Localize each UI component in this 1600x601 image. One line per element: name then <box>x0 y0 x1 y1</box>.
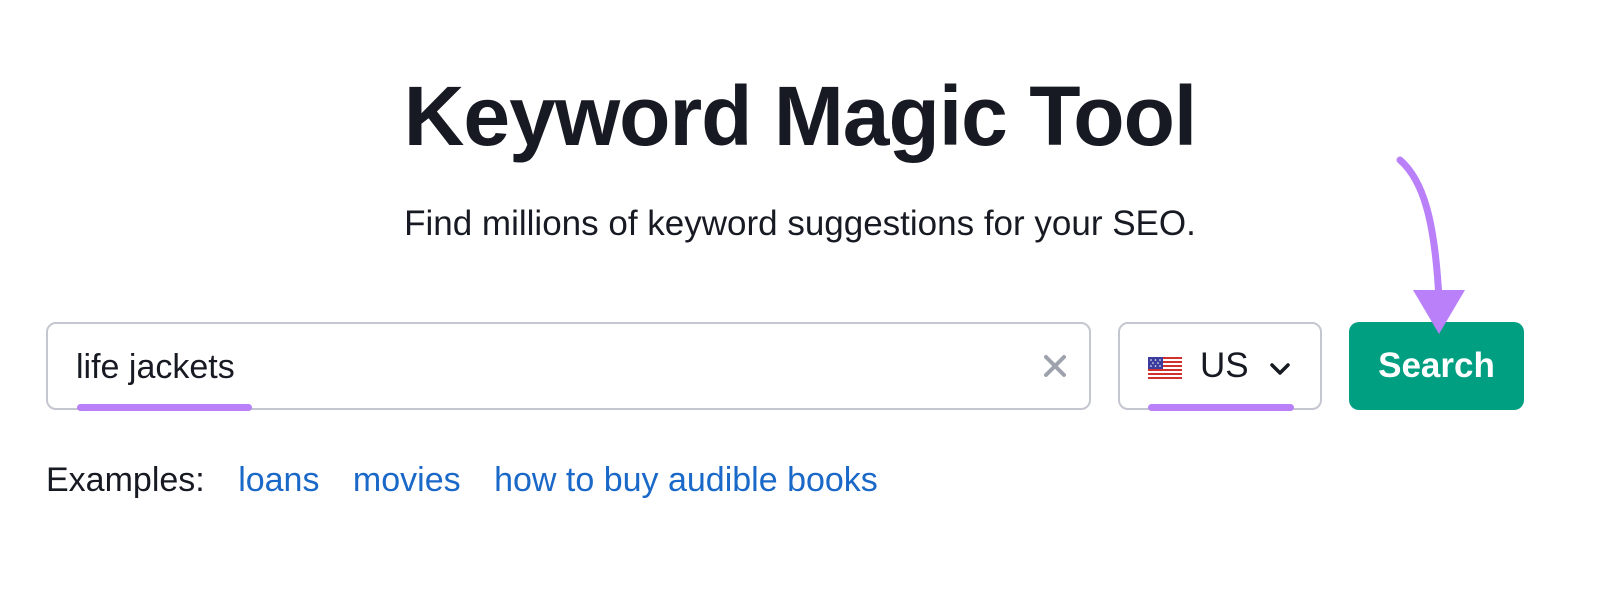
examples-row: Examples: loans movies how to buy audibl… <box>46 461 902 500</box>
page-subtitle: Find millions of keyword suggestions for… <box>404 204 1196 243</box>
arrow-annotation-icon <box>1396 156 1465 334</box>
example-link-audible-books[interactable]: how to buy audible books <box>494 461 878 499</box>
us-flag-icon <box>1148 357 1182 379</box>
search-field <box>46 322 1091 410</box>
search-input[interactable] <box>76 340 976 394</box>
search-value-highlight <box>77 404 252 411</box>
example-link-loans[interactable]: loans <box>238 461 319 499</box>
keyword-magic-tool-page: Keyword Magic Tool Find millions of keyw… <box>0 0 1600 601</box>
database-highlight <box>1148 404 1294 411</box>
example-link-movies[interactable]: movies <box>353 461 461 499</box>
close-icon[interactable] <box>1039 350 1071 382</box>
database-select[interactable]: US <box>1118 322 1322 410</box>
database-label: US <box>1200 346 1249 385</box>
examples-label: Examples: <box>46 461 205 499</box>
page-title: Keyword Magic Tool <box>403 69 1198 163</box>
chevron-down-icon <box>1270 363 1290 375</box>
